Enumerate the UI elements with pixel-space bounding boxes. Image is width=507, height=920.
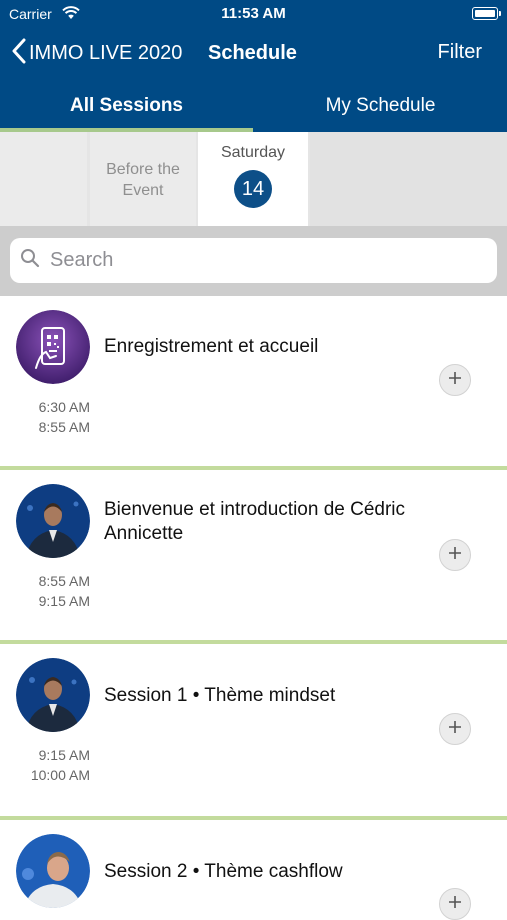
- session-end-time: 10:00 AM: [30, 767, 90, 783]
- search-bar: [0, 226, 507, 296]
- session-row[interactable]: Bienvenue et introduction de Cédric Anni…: [0, 470, 507, 640]
- session-start-time: 6:30 AM: [38, 399, 90, 415]
- status-bar: Carrier 11:53 AM: [0, 0, 507, 30]
- session-title: Session 1 • Thème mindset: [104, 685, 336, 706]
- session-tabs: All Sessions My Schedule: [0, 80, 507, 132]
- add-to-schedule-button[interactable]: [439, 713, 471, 745]
- day-before-event[interactable]: Before the Event: [90, 132, 196, 226]
- session-row[interactable]: Session 1 • Thème mindset 9:15 AM 10:00 …: [0, 644, 507, 816]
- battery-icon: [472, 7, 501, 20]
- session-row[interactable]: Enregistrement et accueil 6:30 AM 8:55 A…: [0, 296, 507, 466]
- session-end-time: 9:15 AM: [38, 593, 90, 609]
- plus-icon: [448, 546, 462, 565]
- session-times: 6:30 AM 8:55 AM: [0, 397, 90, 437]
- session-times: 9:15 AM 10:00 AM: [0, 745, 90, 785]
- session-title: Session 2 • Thème cashflow: [104, 861, 343, 882]
- chevron-left-icon: [12, 38, 26, 69]
- tab-all-sessions[interactable]: All Sessions: [0, 80, 253, 132]
- search-field[interactable]: [10, 238, 497, 283]
- tab-my-schedule[interactable]: My Schedule: [254, 80, 507, 132]
- add-to-schedule-button[interactable]: [439, 539, 471, 571]
- back-button-label: IMMO LIVE 2020: [29, 41, 183, 64]
- session-start-time: 8:55 AM: [38, 573, 90, 589]
- status-clock: 11:53 AM: [221, 5, 286, 22]
- plus-icon: [448, 720, 462, 739]
- back-button[interactable]: IMMO LIVE 2020: [12, 38, 182, 68]
- speaker-photo: [16, 658, 90, 732]
- search-icon: [20, 248, 40, 273]
- day-before-label: Before the Event: [106, 161, 180, 199]
- plus-icon: [448, 371, 462, 390]
- day-date-badge: 14: [234, 170, 272, 208]
- speaker-photo: [16, 484, 90, 558]
- filter-button[interactable]: Filter: [438, 41, 482, 64]
- session-times: 8:55 AM 9:15 AM: [0, 571, 90, 611]
- search-input[interactable]: [48, 248, 452, 273]
- day-saturday[interactable]: Saturday 14: [198, 132, 308, 226]
- page-title: Schedule: [208, 42, 297, 64]
- day-strip-filler: [310, 132, 507, 226]
- phone-qr-icon: [16, 310, 90, 384]
- plus-icon: [448, 895, 462, 914]
- day-selector: Before the Event Saturday 14: [0, 132, 507, 226]
- session-row[interactable]: Session 2 • Thème cashflow: [0, 820, 507, 920]
- add-to-schedule-button[interactable]: [439, 364, 471, 396]
- session-title: Enregistrement et accueil: [104, 336, 319, 357]
- speaker-photo: [16, 834, 90, 908]
- day-blank-cell: [0, 132, 87, 226]
- day-weekday-label: Saturday: [220, 144, 286, 161]
- session-title: Bienvenue et introduction de Cédric Anni…: [104, 499, 406, 544]
- session-start-time: 9:15 AM: [38, 747, 90, 763]
- add-to-schedule-button[interactable]: [439, 888, 471, 920]
- navigation-bar: IMMO LIVE 2020 Schedule Filter: [0, 30, 507, 80]
- session-end-time: 8:55 AM: [38, 419, 90, 435]
